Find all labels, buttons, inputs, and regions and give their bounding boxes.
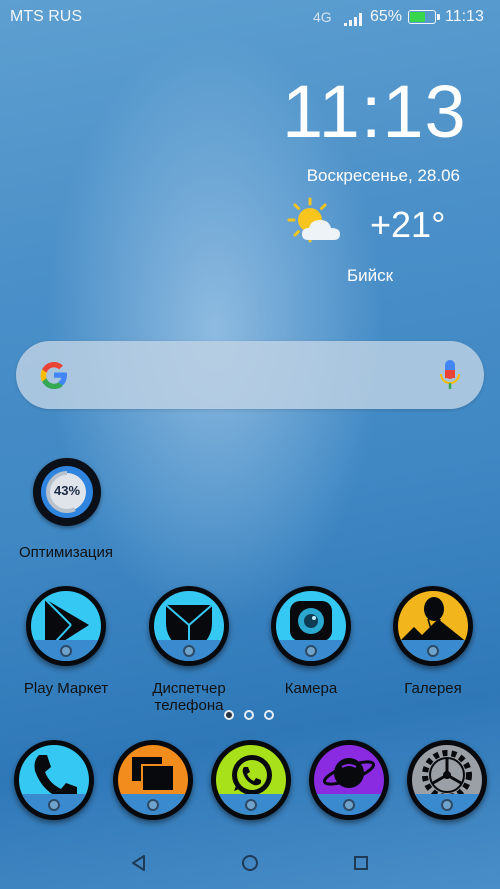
play-store-icon: [31, 591, 101, 661]
partly-cloudy-icon[interactable]: [284, 196, 354, 256]
camera-icon: [276, 591, 346, 661]
status-bar: MTS RUS 4G 65% 11:13: [0, 0, 500, 34]
settings-icon: [412, 745, 482, 815]
dock-browser-app[interactable]: [309, 740, 389, 820]
gallery-icon: [398, 591, 468, 661]
back-icon[interactable]: [130, 854, 148, 872]
google-icon: [40, 362, 67, 389]
optimization-percent: 43%: [53, 483, 81, 498]
clock-time[interactable]: 11:13: [282, 72, 466, 152]
carrier-name: MTS RUS: [10, 8, 82, 25]
status-time: 11:13: [445, 8, 484, 25]
dock-settings-app[interactable]: [407, 740, 487, 820]
dock-whatsapp-app[interactable]: [211, 740, 291, 820]
dock-messages-app[interactable]: [113, 740, 193, 820]
home-icon[interactable]: [240, 853, 260, 873]
dock-phone-app[interactable]: [14, 740, 94, 820]
page-dot[interactable]: [264, 710, 274, 720]
weather-city[interactable]: Бийск: [300, 266, 440, 286]
recents-icon[interactable]: [352, 854, 370, 872]
page-indicator[interactable]: [222, 708, 282, 722]
battery-percent: 65%: [370, 8, 403, 25]
app-label-gallery: Галерея: [404, 680, 462, 697]
gallery-app[interactable]: [393, 586, 473, 666]
app-label-play-store: Play Маркет: [23, 680, 109, 697]
signal-icon: [344, 12, 366, 26]
camera-app[interactable]: [271, 586, 351, 666]
browser-icon: [314, 745, 384, 815]
mic-icon[interactable]: [438, 358, 462, 392]
play-store-app[interactable]: [26, 586, 106, 666]
weather-temperature[interactable]: +21°: [370, 204, 445, 246]
network-type: 4G: [313, 9, 332, 25]
google-search-bar[interactable]: [16, 341, 484, 409]
page-dot[interactable]: [244, 710, 254, 720]
optimization-widget[interactable]: 43%: [33, 458, 101, 526]
app-label-camera: Камера: [284, 680, 338, 697]
phone-icon: [19, 745, 89, 815]
page-dot-active[interactable]: [224, 710, 234, 720]
clock-date[interactable]: Воскресенье, 28.06: [260, 166, 460, 186]
battery-icon: [408, 10, 436, 24]
whatsapp-icon: [216, 745, 286, 815]
messages-icon: [118, 745, 188, 815]
phone-manager-app[interactable]: [149, 586, 229, 666]
phone-manager-icon: [154, 591, 224, 661]
optimization-label: Оптимизация: [18, 544, 114, 561]
